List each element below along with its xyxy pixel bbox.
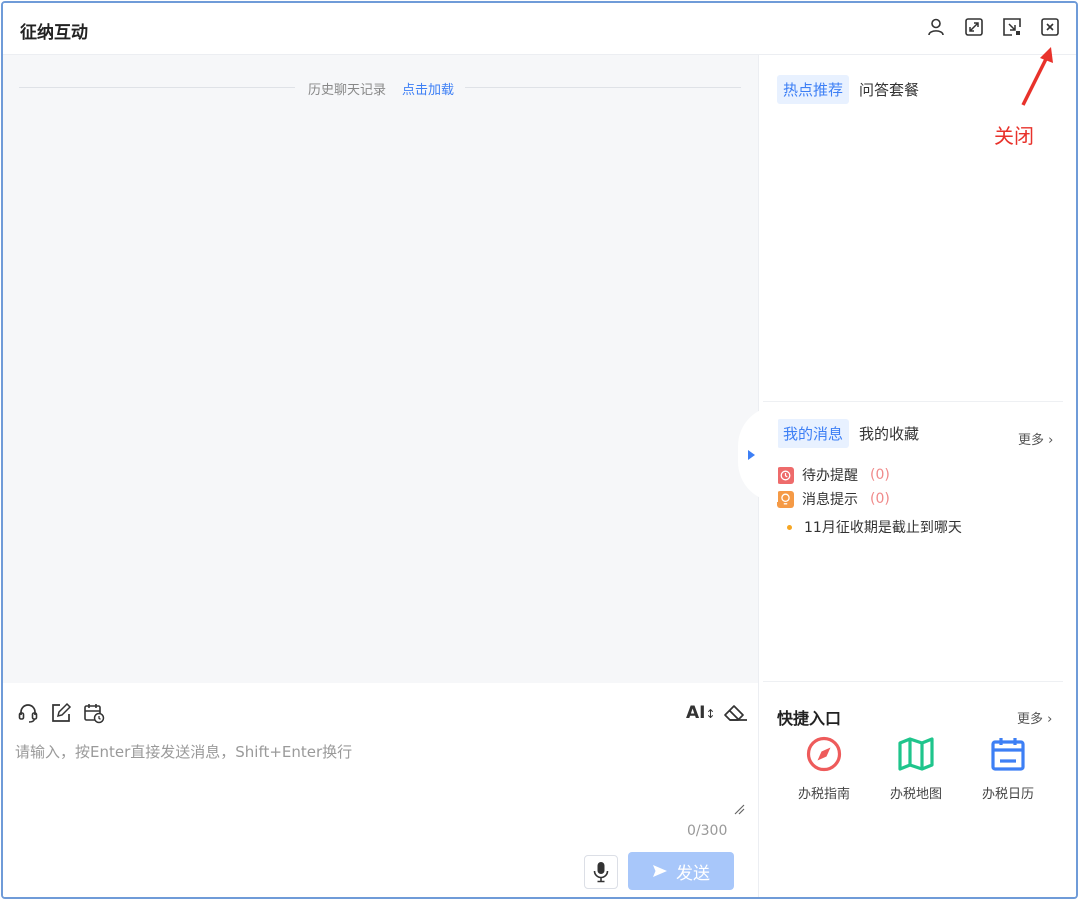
chat-window: 征纳互动 历史聊天记录 点击加载 AI↕ 请输入，按Enter直接发送消息，Sh… [1, 1, 1078, 899]
message-notice-item[interactable]: 消息提示 (0) [777, 489, 890, 509]
title-actions [926, 17, 1060, 37]
todo-reminder-item[interactable]: 待办提醒 (0) [777, 465, 890, 485]
calendar-clock-icon[interactable] [83, 702, 105, 724]
eraser-icon[interactable] [722, 702, 748, 724]
window-title: 征纳互动 [20, 23, 88, 43]
messages-more-link[interactable]: 更多 › [1018, 429, 1053, 448]
notice-item[interactable]: 11月征收期是截止到哪天 [787, 517, 962, 537]
quick-item-tax-map[interactable]: 办税地图 [876, 735, 956, 802]
send-button[interactable]: 发送 [628, 852, 734, 890]
message-notice-label: 消息提示 [802, 492, 858, 508]
title-bar: 征纳互动 [3, 3, 1076, 55]
composer: AI↕ 0/300 发送 [3, 683, 758, 897]
tab-my-messages[interactable]: 我的消息 [777, 419, 850, 448]
tab-my-favorites[interactable]: 我的收藏 [853, 419, 925, 448]
message-notice-count: (0) [870, 491, 890, 507]
divider [763, 401, 1063, 402]
quick-item-label: 办税地图 [889, 787, 942, 802]
user-icon[interactable] [926, 17, 946, 37]
microphone-icon [593, 862, 609, 883]
clock-icon [777, 466, 794, 484]
divider [19, 87, 295, 88]
annotation-arrow-icon [1021, 47, 1053, 106]
map-icon [898, 737, 934, 771]
tab-hot-recommend[interactable]: 热点推荐 [777, 75, 850, 104]
quick-item-label: 办税指南 [797, 787, 850, 802]
chat-area: 历史聊天记录 点击加载 [3, 55, 758, 683]
more-label: 更多 [1017, 712, 1044, 727]
quick-more-link[interactable]: 更多 › [1017, 708, 1052, 727]
todo-reminder-label: 待办提醒 [802, 468, 858, 484]
minimize-to-corner-icon[interactable] [1002, 17, 1022, 37]
voice-button[interactable] [584, 855, 618, 889]
notice-text: 11月征收期是截止到哪天 [804, 520, 962, 536]
more-label: 更多 [1018, 433, 1045, 448]
lightbulb-icon [777, 490, 794, 508]
quick-item-tax-guide[interactable]: 办税指南 [784, 735, 864, 802]
font-size-icon[interactable]: AI↕ [686, 702, 716, 724]
annotation-label: 关闭 [994, 124, 1034, 148]
font-size-label: AI [686, 703, 706, 723]
calendar-icon [991, 738, 1025, 771]
todo-reminder-count: (0) [870, 467, 890, 483]
load-history-link[interactable]: 点击加载 [402, 79, 454, 98]
divider [763, 681, 1063, 682]
message-input[interactable] [15, 741, 745, 811]
quick-entry-title: 快捷入口 [777, 709, 842, 728]
quick-item-tax-calendar[interactable]: 办税日历 [968, 735, 1048, 802]
divider [465, 87, 741, 88]
tab-qa-package[interactable]: 问答套餐 [853, 75, 925, 104]
send-icon [653, 865, 667, 877]
history-label: 历史聊天记录 [308, 83, 387, 98]
maximize-icon[interactable] [964, 17, 984, 37]
char-counter: 0/300 [687, 823, 728, 839]
send-button-label: 发送 [676, 863, 710, 884]
quick-item-label: 办税日历 [981, 787, 1034, 802]
close-icon[interactable] [1040, 17, 1060, 37]
side-panel: 热点推荐 问答套餐 我的消息 我的收藏 更多 › 待办提醒 (0) 消息提示 (… [758, 55, 1076, 897]
compass-icon [806, 736, 842, 772]
caret-right-icon [748, 450, 755, 460]
resize-handle-icon[interactable] [733, 803, 745, 815]
headset-icon[interactable] [17, 702, 39, 724]
bullet-icon [787, 524, 792, 530]
edit-icon[interactable] [50, 702, 72, 724]
